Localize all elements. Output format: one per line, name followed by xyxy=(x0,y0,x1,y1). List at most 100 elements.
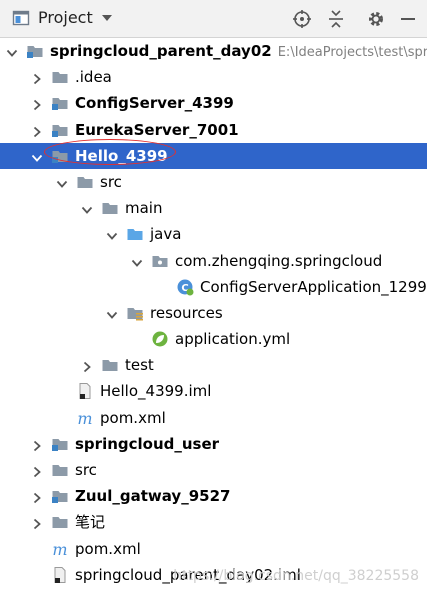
tree-node-label: Zuul_gatway_9527 xyxy=(75,486,230,506)
tree-node-label: src xyxy=(75,460,97,480)
chevron-down-icon[interactable] xyxy=(81,202,93,214)
tree-node[interactable]: main xyxy=(0,195,427,221)
tree-node-text: springcloud_parent_day02 xyxy=(50,42,272,60)
spring-leaf-icon xyxy=(151,330,169,348)
tree-node[interactable]: springcloud_parent_day02 E:\IdeaProjects\… xyxy=(0,38,427,64)
svg-text:m: m xyxy=(77,409,92,427)
project-path: E:\IdeaProjects\test\spr xyxy=(277,45,427,60)
tree-node[interactable]: C ConfigServerApplication_1299 xyxy=(0,274,427,300)
module-folder-icon xyxy=(51,487,69,505)
tree-node[interactable]: com.zhengqing.springcloud xyxy=(0,248,427,274)
folder-icon xyxy=(51,461,69,479)
folder-icon xyxy=(51,513,69,531)
chevron-right-icon[interactable] xyxy=(31,464,43,478)
tree-node[interactable]: ConfigServer_4399 xyxy=(0,90,427,116)
chevron-down-icon[interactable] xyxy=(106,307,118,319)
iml-file-icon xyxy=(76,382,94,400)
tree-node[interactable]: 笔记 xyxy=(0,509,427,535)
tree-node[interactable]: src xyxy=(0,169,427,195)
tree-node-text: ConfigServerApplication_1299 xyxy=(200,277,427,296)
chevron-down-icon[interactable] xyxy=(131,255,143,267)
tree-node-text: resources xyxy=(150,303,223,322)
chevron-right-icon[interactable] xyxy=(31,490,43,504)
tree-node-label: application.yml xyxy=(175,329,290,349)
tree-node-text: springcloud_user xyxy=(75,434,220,453)
annotation-ellipse xyxy=(44,139,176,165)
tree-node[interactable]: m pom.xml xyxy=(0,405,427,431)
gear-icon[interactable] xyxy=(366,9,386,29)
tree-node-text: EurekaServer_7001 xyxy=(75,120,239,139)
folder-icon xyxy=(76,173,94,191)
project-window-icon xyxy=(12,10,30,25)
tree-node-text: Zuul_gatway_9527 xyxy=(75,487,231,506)
tree-node[interactable]: test xyxy=(0,352,427,378)
tree-node[interactable]: java xyxy=(0,221,427,247)
chevron-down-icon[interactable] xyxy=(56,176,68,188)
svg-text:m: m xyxy=(52,540,67,558)
source-folder-icon xyxy=(126,225,144,243)
project-tree: springcloud_parent_day02 E:\IdeaProjects\… xyxy=(0,38,427,588)
tree-node-text: pom.xml xyxy=(100,408,166,427)
folder-icon xyxy=(101,356,119,374)
chevron-down-icon[interactable] xyxy=(101,13,113,23)
tree-node-text: src xyxy=(75,461,97,479)
folder-icon xyxy=(101,199,119,217)
tree-node-text: Hello_4399.iml xyxy=(100,382,212,401)
tree-node-text: test xyxy=(125,356,154,375)
tree-node-label: Hello_4399.iml xyxy=(100,381,211,401)
maven-icon: m xyxy=(76,409,94,428)
tree-node-text: java xyxy=(150,225,182,244)
module-folder-icon xyxy=(26,42,44,60)
locate-icon[interactable] xyxy=(292,9,312,29)
folder-icon xyxy=(51,68,69,86)
tree-node[interactable]: springcloud_user xyxy=(0,431,427,457)
iml-file-icon xyxy=(51,566,69,584)
tree-node-label: ConfigServer_4399 xyxy=(75,93,234,113)
chevron-right-icon[interactable] xyxy=(31,438,43,451)
chevron-right-icon[interactable] xyxy=(31,124,43,137)
tree-node-text: src xyxy=(100,172,122,191)
tree-node-text: pom.xml xyxy=(75,539,141,558)
tree-node-label: pom.xml xyxy=(75,539,141,559)
tree-node[interactable]: m pom.xml xyxy=(0,536,427,562)
chevron-down-icon[interactable] xyxy=(6,45,18,57)
watermark: https://blog.csdn.net/qq_38225558 xyxy=(173,568,419,584)
tree-node-label: EurekaServer_7001 xyxy=(75,120,239,140)
tree-node-label: java xyxy=(150,224,181,244)
tree-node-text: 笔记 xyxy=(75,513,106,532)
tree-node-text: ConfigServer_4399 xyxy=(75,94,234,113)
minimize-icon[interactable] xyxy=(398,9,418,29)
chevron-right-icon[interactable] xyxy=(81,359,93,373)
tree-node[interactable]: Hello_4399.iml xyxy=(0,378,427,404)
tree-node[interactable]: src xyxy=(0,457,427,483)
tree-node-label: .idea xyxy=(75,67,112,87)
tree-node-text: .idea xyxy=(75,68,112,87)
chevron-right-icon[interactable] xyxy=(31,516,43,530)
project-view-selector[interactable]: Project xyxy=(12,8,113,27)
module-folder-icon xyxy=(51,121,69,139)
tree-node[interactable]: resources xyxy=(0,300,427,326)
chevron-down-icon[interactable] xyxy=(31,150,43,162)
chevron-right-icon[interactable] xyxy=(31,71,43,85)
tree-node-label: resources xyxy=(150,303,223,323)
tree-node[interactable]: EurekaServer_7001 xyxy=(0,117,427,143)
tree-node-label: main xyxy=(125,198,162,218)
module-folder-icon xyxy=(51,94,69,112)
tree-node[interactable]: Zuul_gatway_9527 xyxy=(0,483,427,509)
tree-node-label: com.zhengqing.springcloud xyxy=(175,251,382,271)
tree-node-label: springcloud_parent_day02 E:\IdeaProjects\… xyxy=(50,41,427,63)
chevron-down-icon[interactable] xyxy=(106,228,118,241)
resources-folder-icon xyxy=(126,304,144,322)
tree-node-label: ConfigServerApplication_1299 xyxy=(200,277,427,297)
tree-node-text: com.zhengqing.springcloud xyxy=(175,251,383,270)
tree-node[interactable]: application.yml xyxy=(0,326,427,352)
tree-node[interactable]: .idea xyxy=(0,64,427,90)
tree-node-text: application.yml xyxy=(175,330,291,349)
collapse-all-icon[interactable] xyxy=(326,9,346,29)
maven-icon: m xyxy=(51,540,69,559)
tree-node-label: pom.xml xyxy=(100,408,166,428)
tree-node-text: main xyxy=(125,199,163,218)
project-toolbar: Project xyxy=(0,0,427,38)
chevron-right-icon[interactable] xyxy=(31,97,43,111)
spring-boot-class-icon: C xyxy=(176,278,194,296)
